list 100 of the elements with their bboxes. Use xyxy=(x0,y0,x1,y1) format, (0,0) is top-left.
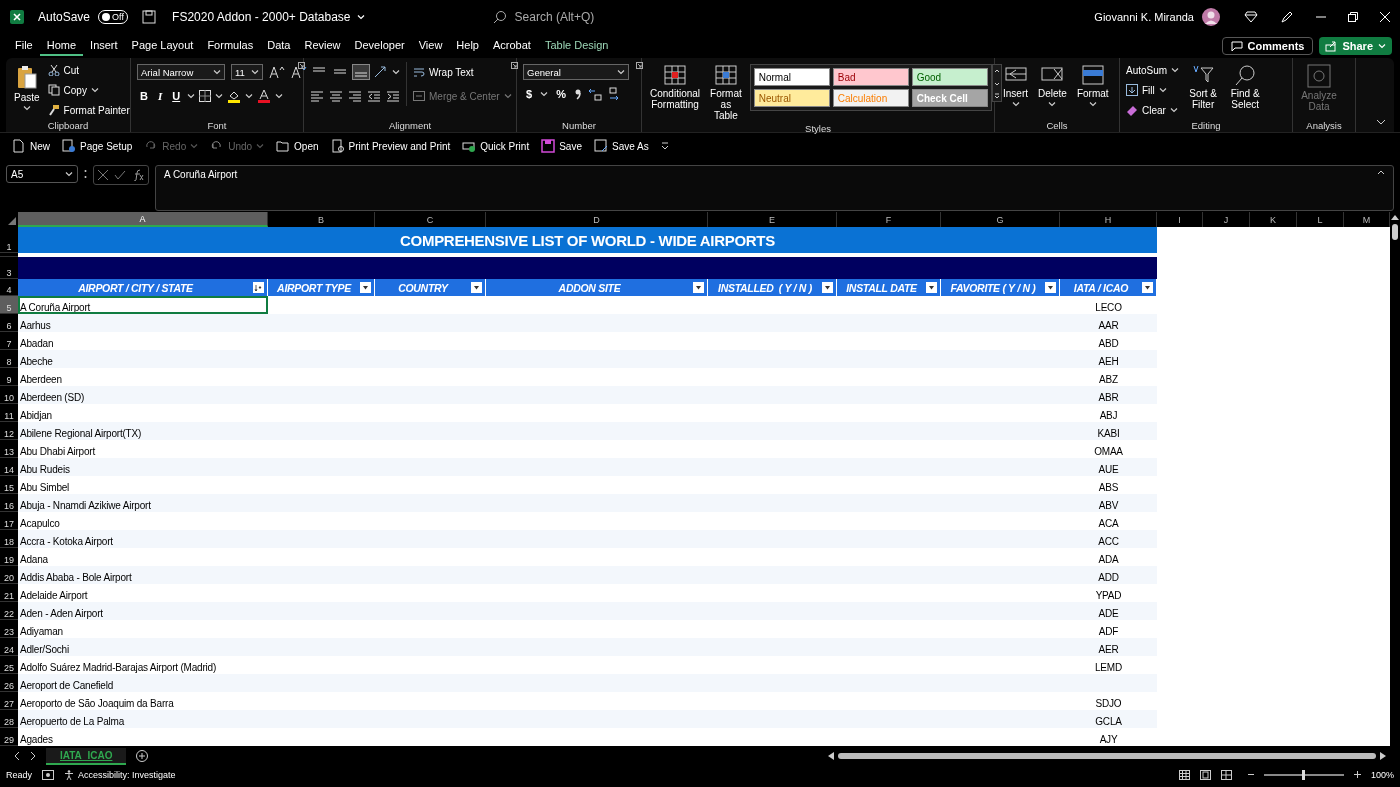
pen-icon[interactable] xyxy=(1280,10,1294,24)
table-cell[interactable]: Addis Ababa - Bole Airport xyxy=(18,566,268,584)
cell-style-swatch[interactable]: Neutral xyxy=(753,89,830,107)
share-button[interactable]: Share xyxy=(1319,37,1392,55)
table-cell[interactable]: Abadan xyxy=(18,332,268,350)
row-header[interactable]: 24 xyxy=(0,638,18,656)
menu-tab[interactable]: Review xyxy=(297,36,348,56)
enter-icon[interactable] xyxy=(114,170,126,180)
menu-tab[interactable]: Home xyxy=(39,36,84,56)
previous-sheet-icon[interactable] xyxy=(14,752,20,760)
table-cell[interactable]: ACA xyxy=(1060,512,1157,530)
row-header[interactable]: 5 xyxy=(0,296,18,314)
table-cell[interactable]: Aberdeen (SD) xyxy=(18,386,268,404)
table-header[interactable]: AIRPORT / CITY / STATE xyxy=(18,279,268,296)
font-color-icon[interactable] xyxy=(257,89,272,103)
table-header[interactable]: AIRPORT TYPE xyxy=(268,279,375,296)
quick-print-button[interactable]: Quick Print xyxy=(462,139,530,153)
filter-dropdown-icon[interactable] xyxy=(1143,283,1152,292)
gallery-scroll-icon[interactable] xyxy=(991,64,1002,102)
table-cell[interactable]: Adolfo Suárez Madrid-Barajas Airport (Madrid) xyxy=(18,656,268,674)
menu-tab[interactable]: Table Design xyxy=(537,36,616,56)
table-cell[interactable]: ABZ xyxy=(1060,368,1157,386)
column-header[interactable]: E xyxy=(708,212,837,227)
filter-dropdown-icon[interactable] xyxy=(694,283,703,292)
open-button[interactable]: Open xyxy=(276,139,319,153)
table-cell[interactable]: Acapulco xyxy=(18,512,268,530)
percent-button[interactable]: % xyxy=(553,88,569,100)
filter-dropdown-icon[interactable] xyxy=(823,283,832,292)
table-cell[interactable]: OMAA xyxy=(1060,440,1157,458)
font-size-field[interactable]: 11 xyxy=(231,64,263,80)
scroll-left-icon[interactable] xyxy=(828,752,835,760)
fill-button[interactable]: Fill xyxy=(1126,82,1180,98)
dialog-launcher-icon[interactable] xyxy=(636,62,643,69)
row-header[interactable]: 8 xyxy=(0,350,18,368)
row-header[interactable]: 20 xyxy=(0,566,18,584)
column-header[interactable]: H xyxy=(1060,212,1157,227)
table-cell[interactable]: Aarhus xyxy=(18,314,268,332)
next-sheet-icon[interactable] xyxy=(30,752,36,760)
table-header[interactable]: INSTALLED ( Y / N ) xyxy=(708,279,837,296)
font-name-field[interactable]: Arial Narrow xyxy=(137,64,225,80)
table-cell[interactable]: ABV xyxy=(1060,494,1157,512)
table-cell[interactable]: ABJ xyxy=(1060,404,1157,422)
menu-tab[interactable]: View xyxy=(411,36,450,56)
row-header[interactable]: 23 xyxy=(0,620,18,638)
collapse-ribbon-icon[interactable] xyxy=(1376,118,1386,126)
expand-icon[interactable] xyxy=(1377,169,1385,175)
format-painter-button[interactable]: Format Painter xyxy=(47,102,130,118)
table-cell[interactable]: ACC xyxy=(1060,530,1157,548)
clear-button[interactable]: Clear xyxy=(1126,102,1180,118)
table-cell[interactable]: Abu Rudeis xyxy=(18,458,268,476)
table-cell[interactable]: AEH xyxy=(1060,350,1157,368)
table-cell[interactable]: Adler/Sochi xyxy=(18,638,268,656)
paste-button[interactable]: Paste xyxy=(12,62,42,113)
table-cell[interactable]: Aden - Aden Airport xyxy=(18,602,268,620)
align-right-icon[interactable] xyxy=(348,90,362,102)
fill-color-icon[interactable] xyxy=(227,89,242,103)
column-header[interactable]: M xyxy=(1344,212,1390,227)
save-as-button[interactable]: Save As xyxy=(594,139,649,153)
table-cell[interactable]: Accra - Kotoka Airport xyxy=(18,530,268,548)
zoom-in-icon[interactable] xyxy=(1353,771,1361,778)
format-as-table-button[interactable]: Format as Table xyxy=(708,62,744,123)
page-layout-icon[interactable] xyxy=(1199,769,1211,780)
currency-button[interactable]: $ xyxy=(523,88,536,100)
table-cell[interactable]: GCLA xyxy=(1060,710,1157,728)
column-header[interactable]: C xyxy=(375,212,486,227)
column-header[interactable]: L xyxy=(1297,212,1344,227)
row-header[interactable]: 26 xyxy=(0,674,18,692)
delete-button[interactable]: Delete xyxy=(1036,62,1069,109)
cut-button[interactable]: Cut xyxy=(47,62,130,78)
table-header[interactable]: FAVORITE ( Y / N ) xyxy=(941,279,1060,296)
scrollbar-thumb[interactable] xyxy=(838,753,1376,759)
row-header[interactable]: 10 xyxy=(0,386,18,404)
save-icon[interactable] xyxy=(142,10,157,24)
row-header[interactable]: 25 xyxy=(0,656,18,674)
decrease-indent-icon[interactable] xyxy=(367,90,381,102)
menu-tab[interactable]: Data xyxy=(260,36,298,56)
page-setup-button[interactable]: Page Setup xyxy=(62,139,133,153)
font-style-button[interactable]: U xyxy=(169,90,184,102)
normal-view-icon[interactable] xyxy=(1178,769,1190,780)
table-cell[interactable]: Adana xyxy=(18,548,268,566)
cell-style-swatch[interactable]: Normal xyxy=(753,68,830,86)
table-cell[interactable]: Adelaide Airport xyxy=(18,584,268,602)
column-header[interactable]: F xyxy=(837,212,941,227)
column-header[interactable]: K xyxy=(1250,212,1297,227)
table-cell[interactable]: Aeropuerto de La Palma xyxy=(18,710,268,728)
table-cell[interactable]: Adiyaman xyxy=(18,620,268,638)
column-header[interactable]: G xyxy=(941,212,1060,227)
save-button[interactable]: Save xyxy=(541,139,582,153)
table-header[interactable]: ADDON SITE xyxy=(486,279,708,296)
table-cell[interactable]: LECO xyxy=(1060,296,1157,314)
table-cell[interactable]: YPAD xyxy=(1060,584,1157,602)
autosum-button[interactable]: AutoSum xyxy=(1126,62,1180,78)
align-left-icon[interactable] xyxy=(310,90,324,102)
row-header[interactable]: 27 xyxy=(0,692,18,710)
row-header[interactable]: 15 xyxy=(0,476,18,494)
menu-tab[interactable]: Help xyxy=(449,36,486,56)
table-cell[interactable]: A Coruña Airport xyxy=(18,296,268,314)
row-header[interactable]: 16 xyxy=(0,494,18,512)
document-title[interactable]: FS2020 Addon - 2000+ Database xyxy=(172,10,351,24)
restore-icon[interactable] xyxy=(1348,12,1358,22)
